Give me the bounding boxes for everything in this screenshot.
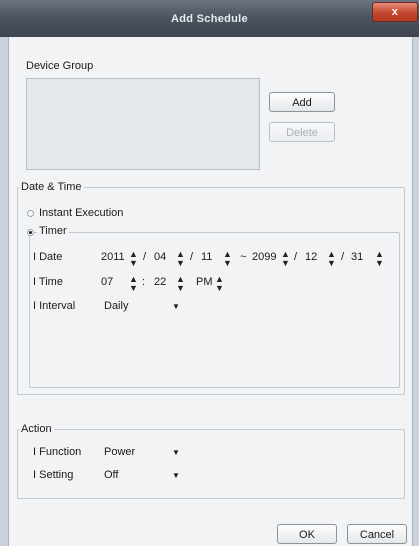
setting-dropdown[interactable]: Off ▼: [104, 469, 189, 483]
spinner-icon[interactable]: ▲ ▼: [223, 250, 232, 268]
date-time-title: Date & Time: [19, 181, 84, 193]
spinner-icon[interactable]: ▲ ▼: [281, 250, 290, 268]
date-separator: /: [190, 251, 194, 263]
start-month-value[interactable]: 04: [154, 251, 166, 263]
function-value: Power: [104, 446, 136, 458]
delete-button[interactable]: Delete: [269, 122, 335, 142]
spinner-icon[interactable]: ▲ ▼: [375, 250, 384, 268]
function-label: I Function: [33, 446, 82, 458]
spinner-icon[interactable]: ▲ ▼: [176, 275, 185, 293]
timer-label: Timer: [37, 225, 69, 237]
time-label: I Time: [33, 276, 63, 288]
setting-value: Off: [104, 469, 119, 481]
start-day-value[interactable]: 11: [201, 251, 212, 263]
date-separator: /: [143, 251, 147, 263]
action-group: [17, 429, 405, 499]
close-button[interactable]: x: [372, 2, 418, 22]
time-separator: :: [142, 276, 146, 288]
interval-label: I Interval: [33, 300, 76, 312]
date-label: I Date: [33, 251, 63, 263]
title-bar[interactable]: Add Schedule x: [0, 0, 419, 37]
chevron-down-icon: ▼: [172, 302, 180, 311]
action-title: Action: [19, 423, 54, 435]
close-icon: x: [391, 6, 399, 18]
range-separator: ~: [240, 251, 247, 263]
cancel-button[interactable]: Cancel: [347, 524, 407, 544]
end-day-value[interactable]: 31: [351, 251, 363, 263]
ok-button[interactable]: OK: [277, 524, 337, 544]
device-group-label: Device Group: [26, 60, 94, 72]
ampm-value[interactable]: PM: [196, 276, 213, 288]
timer-group: [29, 232, 400, 388]
chevron-down-icon: ▼: [172, 471, 180, 480]
timer-radio[interactable]: [27, 229, 34, 236]
interval-dropdown[interactable]: Daily ▼: [104, 300, 189, 314]
dialog-footer: OK Cancel: [8, 516, 413, 546]
device-group-list[interactable]: [26, 78, 260, 170]
add-button[interactable]: Add: [269, 92, 335, 112]
spinner-icon[interactable]: ▲ ▼: [327, 250, 336, 268]
interval-value: Daily: [104, 300, 129, 312]
add-schedule-dialog: Add Schedule x Device Group Add Delete D…: [0, 0, 419, 546]
end-month-value[interactable]: 12: [305, 251, 317, 263]
date-separator: /: [341, 251, 345, 263]
date-separator: /: [294, 251, 298, 263]
minute-value[interactable]: 22: [154, 276, 166, 288]
instant-execution-radio[interactable]: [27, 210, 34, 217]
end-year-value[interactable]: 2099: [252, 251, 276, 263]
spinner-icon[interactable]: ▲ ▼: [129, 275, 138, 293]
window-title: Add Schedule: [171, 13, 248, 25]
setting-label: I Setting: [33, 469, 74, 481]
instant-execution-label: Instant Execution: [39, 207, 124, 219]
chevron-down-icon: ▼: [172, 448, 180, 457]
dialog-content: Device Group Add Delete Date & Time Inst…: [8, 37, 413, 516]
spinner-icon[interactable]: ▲ ▼: [215, 275, 224, 293]
spinner-icon[interactable]: ▲ ▼: [129, 250, 138, 268]
hour-value[interactable]: 07: [101, 276, 113, 288]
spinner-icon[interactable]: ▲ ▼: [176, 250, 185, 268]
function-dropdown[interactable]: Power ▼: [104, 446, 189, 460]
start-year-value[interactable]: 2011: [101, 251, 125, 263]
